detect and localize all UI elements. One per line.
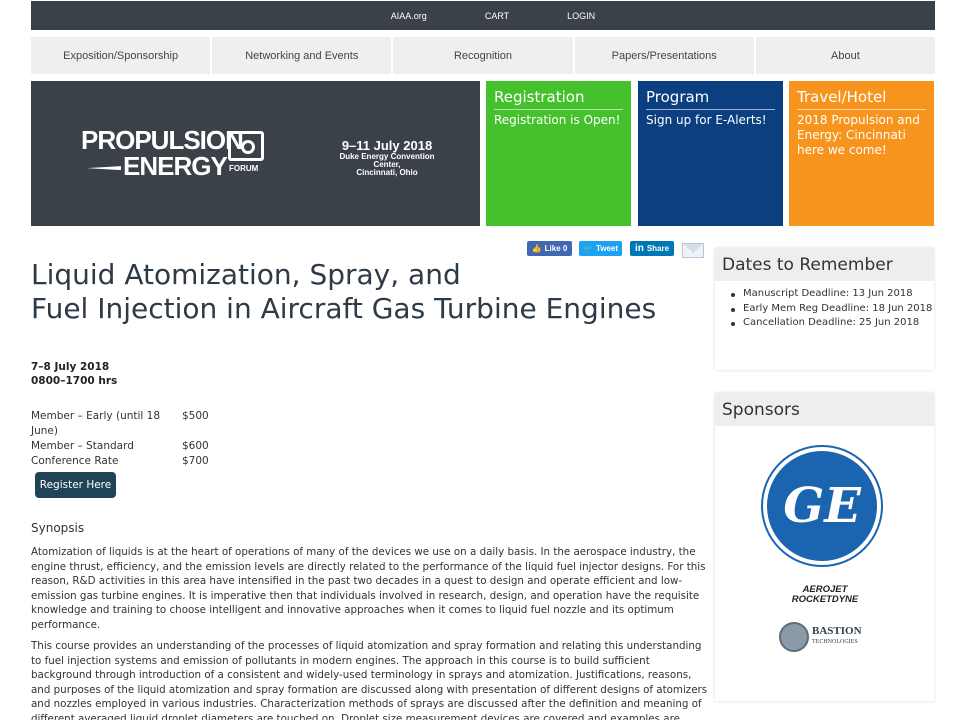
email-share-icon[interactable]: [682, 243, 704, 258]
dates-heading: Dates to Remember: [715, 248, 934, 281]
top-utility-bar: AIAA.org CART LOGIN: [31, 1, 935, 30]
logo-swoosh-icon: [87, 166, 121, 171]
course-time: 0800–1700 hrs: [31, 375, 118, 387]
travel-tile-text: 2018 Propulsion and Energy: Cincinnati h…: [797, 113, 920, 157]
price-row: Member – Early (until 18 June) $500: [31, 410, 209, 437]
banner-venue-line2: Cincinnati, Ohio: [356, 168, 418, 177]
program-tile[interactable]: Program Sign up for E-Alerts!: [638, 81, 783, 226]
page-title-line1: Liquid Atomization, Spray, and: [31, 258, 461, 291]
price-row: Member – Standard $600: [31, 440, 209, 452]
price-row: Conference Rate $700: [31, 455, 209, 467]
aerojet-rocketdyne-logo[interactable]: AEROJET ROCKETDYNE: [777, 585, 873, 605]
nav-item-papers[interactable]: Papers/Presentations: [574, 37, 754, 74]
main-nav: Exposition/Sponsorship Networking and Ev…: [31, 37, 936, 74]
thumbs-up-icon: 👍: [531, 244, 542, 253]
course-date: 7–8 July 2018: [31, 361, 110, 373]
nav-item-exposition[interactable]: Exposition/Sponsorship: [31, 37, 211, 74]
list-item: Manuscript Deadline: 13 Jun 2018: [729, 287, 934, 302]
synopsis-paragraph-2: This course provides an understanding of…: [31, 640, 708, 720]
sponsors-box: Sponsors GE AEROJET ROCKETDYNE BASTION TE…: [715, 393, 934, 701]
cart-link[interactable]: CART: [485, 11, 509, 21]
nav-item-networking[interactable]: Networking and Events: [212, 37, 392, 74]
course-date-block: 7–8 July 2018 0800–1700 hrs: [31, 360, 117, 388]
forum-logo: PROPULSION ENERGY FORUM: [81, 125, 264, 181]
list-item: Cancellation Deadline: 25 Jun 2018: [729, 316, 934, 331]
facebook-like-button[interactable]: 👍 Like 0: [527, 241, 572, 256]
ge-logo[interactable]: GE: [763, 447, 881, 565]
event-banner[interactable]: PROPULSION ENERGY FORUM 9–11 July 2018 D…: [31, 81, 480, 226]
sponsors-heading: Sponsors: [715, 393, 934, 426]
bastion-emblem-icon: [779, 622, 809, 652]
dates-list: Manuscript Deadline: 13 Jun 2018 Early M…: [715, 281, 934, 331]
logo-forum: FORUM: [229, 164, 259, 173]
banner-date-block: 9–11 July 2018 Duke Energy Convention Ce…: [325, 138, 449, 177]
synopsis-heading: Synopsis: [31, 521, 85, 535]
nav-item-recognition[interactable]: Recognition: [393, 37, 573, 74]
tweet-button[interactable]: 🐦 Tweet: [579, 241, 622, 256]
travel-tile[interactable]: Travel/Hotel 2018 Propulsion and Energy:…: [789, 81, 934, 226]
program-tile-heading: Program: [646, 88, 775, 110]
bastion-logo[interactable]: BASTION TECHNOLOGIES: [779, 621, 862, 653]
nav-item-about[interactable]: About: [755, 37, 936, 74]
linkedin-icon: in: [634, 243, 644, 254]
linkedin-share-button[interactable]: in Share: [630, 241, 674, 256]
registration-tile-text: Registration is Open!: [494, 113, 621, 127]
aiaa-link[interactable]: AIAA.org: [391, 11, 427, 21]
program-tile-text: Sign up for E-Alerts!: [646, 113, 767, 127]
twitter-bird-icon: 🐦: [582, 244, 593, 253]
page-title: Liquid Atomization, Spray, and Fuel Inje…: [31, 258, 656, 326]
login-link[interactable]: LOGIN: [567, 11, 595, 21]
dates-to-remember-box: Dates to Remember Manuscript Deadline: 1…: [715, 248, 934, 370]
logo-line2: ENERGY: [123, 151, 228, 181]
list-item: Early Mem Reg Deadline: 18 Jun 2018: [729, 302, 934, 317]
travel-tile-heading: Travel/Hotel: [797, 88, 926, 110]
logo-badge-icon: [228, 131, 264, 161]
registration-tile[interactable]: Registration Registration is Open!: [486, 81, 631, 226]
registration-tile-heading: Registration: [494, 88, 623, 110]
page-title-line2: Fuel Injection in Aircraft Gas Turbine E…: [31, 292, 657, 325]
banner-venue-line1: Duke Energy Convention Center,: [339, 152, 435, 169]
synopsis-paragraph-1: Atomization of liquids is at the heart o…: [31, 546, 706, 631]
price-list: Member – Early (until 18 June) $500 Membe…: [31, 409, 209, 469]
register-here-button[interactable]: Register Here: [35, 472, 116, 498]
logo-line1: PROPULSION: [81, 125, 244, 155]
banner-date: 9–11 July 2018: [341, 138, 433, 153]
